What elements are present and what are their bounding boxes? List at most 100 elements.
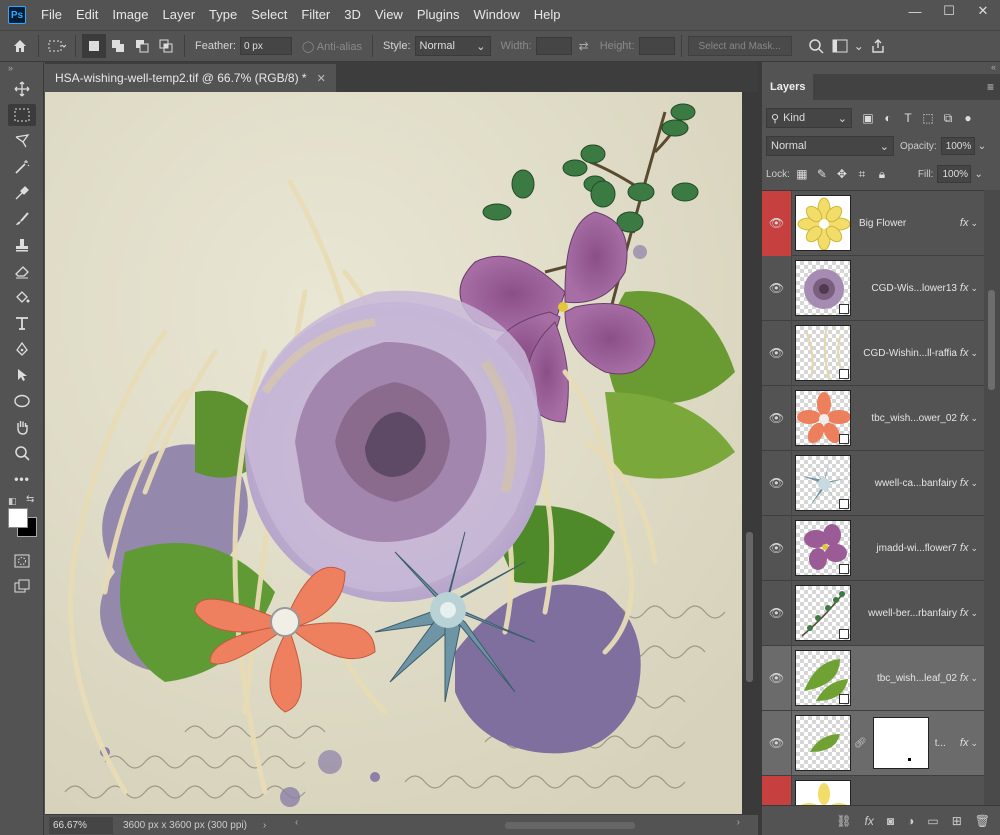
stamp-tool[interactable]: [0, 232, 44, 258]
minimize-icon[interactable]: —: [898, 0, 932, 22]
smart-object-filter-icon[interactable]: ⧉: [938, 108, 958, 128]
scroll-right-icon[interactable]: ›: [737, 817, 740, 828]
visibility-toggle[interactable]: 👁︎: [762, 450, 792, 516]
layer-effects-icon[interactable]: fx ⌄: [960, 477, 978, 489]
layer-row[interactable]: 👁︎ Big Flower fx ⌄: [762, 191, 984, 256]
eraser-tool[interactable]: [0, 258, 44, 284]
layer-row[interactable]: 👁︎ CGD-Wis...lower13 fx ⌄: [762, 255, 984, 321]
layer-row[interactable]: 👁︎ tbc_wish...leaf_02 fx ⌄: [762, 645, 984, 711]
chevron-down-icon[interactable]: ⌄: [852, 34, 866, 58]
canvas[interactable]: [45, 92, 742, 814]
adjustment-filter-icon[interactable]: ◐: [878, 108, 898, 128]
filter-toggle-icon[interactable]: ●: [958, 108, 978, 128]
type-filter-icon[interactable]: T: [898, 108, 918, 128]
brush-tool[interactable]: [0, 206, 44, 232]
visibility-toggle[interactable]: 👁︎: [762, 580, 792, 646]
menu-view[interactable]: View: [368, 0, 410, 30]
layer-row[interactable]: 👁︎ jmadd-wi...flower7 fx ⌄: [762, 515, 984, 581]
blend-mode-select[interactable]: Normal ⌄: [766, 136, 894, 156]
lasso-tool[interactable]: [0, 128, 44, 154]
visibility-toggle[interactable]: [762, 775, 792, 805]
horizontal-scroll-thumb[interactable]: [505, 822, 635, 829]
anti-alias-checkbox[interactable]: ◯ Anti-alias: [302, 40, 362, 53]
layer-row[interactable]: 👁︎ CGD-Wishin...ll-raffia fx ⌄: [762, 320, 984, 386]
menu-select[interactable]: Select: [244, 0, 294, 30]
lock-image-icon[interactable]: ✎: [812, 164, 832, 184]
kind-filter-select[interactable]: ⚲ Kind ⌄: [766, 108, 852, 128]
home-icon[interactable]: [8, 34, 32, 58]
fill-tool[interactable]: [0, 284, 44, 310]
document-tab[interactable]: HSA-wishing-well-temp2.tif @ 66.7% (RGB/…: [45, 64, 336, 92]
add-layer-style-icon[interactable]: fx: [865, 814, 874, 828]
layer-row[interactable]: [762, 775, 984, 805]
layers-scroll-thumb[interactable]: [988, 290, 995, 390]
zoom-tool[interactable]: [0, 440, 44, 466]
visibility-toggle[interactable]: 👁︎: [762, 255, 792, 321]
screen-mode-button[interactable]: [0, 574, 44, 600]
lock-artboard-icon[interactable]: ⌗: [852, 164, 872, 184]
more-tools[interactable]: •••: [0, 466, 44, 492]
link-layers-icon[interactable]: ⛓︎: [836, 814, 851, 828]
menu-3d[interactable]: 3D: [337, 0, 368, 30]
swap-colors-icon[interactable]: ⇆: [26, 494, 34, 505]
visibility-toggle[interactable]: 👁︎: [762, 191, 792, 256]
type-tool[interactable]: [0, 310, 44, 336]
share-icon[interactable]: [866, 34, 890, 58]
search-icon[interactable]: [804, 34, 828, 58]
height-input[interactable]: [638, 37, 675, 55]
opacity-input[interactable]: 100%: [940, 137, 975, 155]
chevron-down-icon[interactable]: ⌄: [978, 141, 986, 152]
foreground-color[interactable]: [8, 508, 28, 528]
layer-row[interactable]: 👁︎ tbc_wish...ower_02 fx ⌄: [762, 385, 984, 451]
menu-filter[interactable]: Filter: [294, 0, 337, 30]
visibility-toggle[interactable]: 👁︎: [762, 515, 792, 581]
default-colors-icon[interactable]: ◧: [8, 496, 17, 507]
lock-transparent-icon[interactable]: ▦: [792, 164, 812, 184]
layer-row[interactable]: 👁︎ wwell-ca...banfairy fx ⌄: [762, 450, 984, 516]
menu-file[interactable]: File: [34, 0, 69, 30]
intersect-selection-icon[interactable]: [154, 34, 178, 58]
swap-dimensions-icon[interactable]: ⇄: [572, 34, 596, 58]
layer-effects-icon[interactable]: fx ⌄: [960, 737, 978, 749]
eyedropper-tool[interactable]: [0, 180, 44, 206]
marquee-tool[interactable]: [0, 102, 44, 128]
shape-tool[interactable]: [0, 388, 44, 414]
menu-plugins[interactable]: Plugins: [410, 0, 467, 30]
layer-effects-icon[interactable]: fx ⌄: [960, 412, 978, 424]
layer-mask-thumbnail[interactable]: [872, 717, 929, 769]
lock-all-icon[interactable]: 🔒︎: [872, 164, 892, 184]
layer-effects-icon[interactable]: fx ⌄: [960, 672, 978, 684]
panel-menu-icon[interactable]: ≡: [987, 80, 994, 94]
menu-help[interactable]: Help: [527, 0, 568, 30]
move-tool[interactable]: [0, 76, 44, 102]
layers-tab[interactable]: Layers: [762, 74, 814, 100]
layer-effects-icon[interactable]: fx ⌄: [960, 542, 978, 554]
visibility-toggle[interactable]: 👁︎: [762, 645, 792, 711]
new-layer-icon[interactable]: ⊞: [952, 814, 962, 828]
feather-input[interactable]: 0 px: [239, 37, 292, 55]
visibility-toggle[interactable]: 👁︎: [762, 385, 792, 451]
menu-image[interactable]: Image: [105, 0, 155, 30]
quick-mask-button[interactable]: [0, 548, 44, 574]
link-icon[interactable]: 🔗︎: [854, 738, 867, 749]
menu-type[interactable]: Type: [202, 0, 244, 30]
layers-scrollbar[interactable]: [984, 190, 1000, 805]
layer-row[interactable]: 👁︎ wwell-ber...rbanfairy fx ⌄: [762, 580, 984, 646]
status-menu-chevron-icon[interactable]: ›: [263, 820, 266, 831]
collapse-icon[interactable]: »: [0, 62, 43, 76]
magic-wand-tool[interactable]: [0, 154, 44, 180]
zoom-level-field[interactable]: 66.67%: [49, 816, 113, 834]
add-to-selection-icon[interactable]: [106, 34, 130, 58]
menu-layer[interactable]: Layer: [156, 0, 203, 30]
vertical-scroll-thumb[interactable]: [746, 532, 753, 682]
chevron-down-icon[interactable]: ⌄: [974, 169, 982, 180]
new-adjustment-layer-icon[interactable]: ◑: [907, 814, 914, 828]
layer-effects-icon[interactable]: fx ⌄: [960, 607, 978, 619]
visibility-toggle[interactable]: 👁︎: [762, 710, 792, 776]
path-selection-tool[interactable]: [0, 362, 44, 388]
layer-effects-icon[interactable]: fx ⌄: [960, 347, 978, 359]
shape-filter-icon[interactable]: ⬚: [918, 108, 938, 128]
marquee-tool-preset-icon[interactable]: [45, 34, 69, 58]
add-mask-icon[interactable]: ◙: [887, 814, 894, 828]
lock-position-icon[interactable]: ✥: [832, 164, 852, 184]
